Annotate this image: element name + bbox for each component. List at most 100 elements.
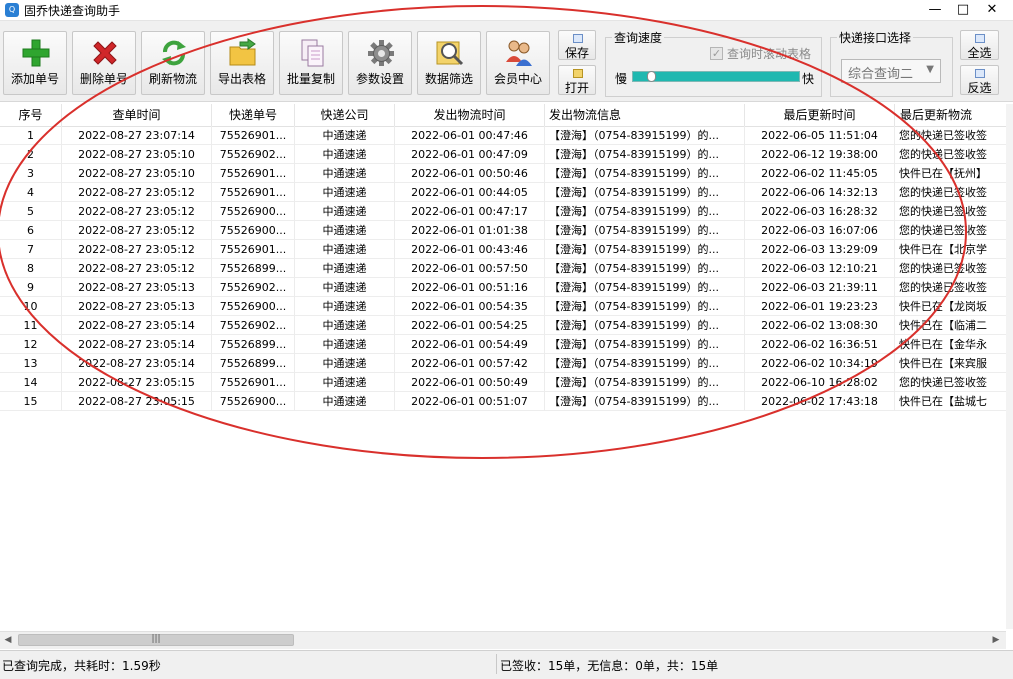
table-row[interactable]: 22022-08-27 23:05:1075526902...中通速递2022-… [0, 145, 1006, 164]
export-table-button[interactable]: 导出表格 [210, 31, 274, 95]
cell-last-update-time: 2022-06-03 13:29:09 [745, 240, 895, 259]
cell-last-update-info: 您的快递已签收签 [895, 221, 1006, 240]
cell-tracking-number: 75526899... [212, 259, 295, 278]
horizontal-scroll-thumb[interactable]: ||| [18, 634, 294, 646]
column-header-courier[interactable]: 快递公司 [295, 104, 395, 126]
cell-courier: 中通速递 [295, 145, 395, 164]
column-header-query-time[interactable]: 查单时间 [62, 104, 212, 126]
column-header-tracking-number[interactable]: 快递单号 [212, 104, 295, 126]
table-row[interactable]: 92022-08-27 23:05:1375526902...中通速递2022-… [0, 278, 1006, 297]
table-row[interactable]: 52022-08-27 23:05:1275526900...中通速递2022-… [0, 202, 1006, 221]
scroll-left-icon[interactable]: ◀ [0, 632, 16, 649]
cell-index: 3 [0, 164, 62, 183]
table-row[interactable]: 152022-08-27 23:05:1575526900...中通速递2022… [0, 392, 1006, 411]
cell-last-update-info: 您的快递已签收签 [895, 259, 1006, 278]
table-row[interactable]: 62022-08-27 23:05:1275526900...中通速递2022-… [0, 221, 1006, 240]
table-row[interactable]: 72022-08-27 23:05:1275526901...中通速递2022-… [0, 240, 1006, 259]
cell-last-update-info: 快件已在【北京学 [895, 240, 1006, 259]
batch-copy-button[interactable]: 批量复制 [279, 31, 343, 95]
toolbar: 添加单号 删除单号 刷新物流 导出表格 批量复制 [0, 21, 1013, 102]
cell-last-update-info: 快件已在【临浦二 [895, 316, 1006, 335]
add-number-label: 添加单号 [4, 70, 66, 87]
table-row[interactable]: 122022-08-27 23:05:1475526899...中通速递2022… [0, 335, 1006, 354]
table-row[interactable]: 132022-08-27 23:05:1475526899...中通速递2022… [0, 354, 1006, 373]
invert-selection-button[interactable]: 反选 [960, 65, 999, 95]
table-row[interactable]: 112022-08-27 23:05:1475526902...中通速递2022… [0, 316, 1006, 335]
cell-query-time: 2022-08-27 23:05:13 [62, 297, 212, 316]
api-select-dropdown[interactable]: 综合查询二 ▼ [841, 59, 941, 83]
column-header-dispatch-time[interactable]: 发出物流时间 [395, 104, 545, 126]
cell-courier: 中通速递 [295, 221, 395, 240]
cell-tracking-number: 75526902... [212, 278, 295, 297]
data-filter-label: 数据筛选 [418, 70, 480, 87]
param-settings-button[interactable]: 参数设置 [348, 31, 412, 95]
cell-dispatch-time: 2022-06-01 00:54:35 [395, 297, 545, 316]
status-bar: 已查询完成，共耗时：1.59秒 已签收：15单，无信息：0单，共：15单 [0, 650, 1013, 679]
cell-dispatch-info: 【澄海】（0754-83915199）的... [545, 297, 745, 316]
cell-index: 11 [0, 316, 62, 335]
cell-tracking-number: 75526899... [212, 335, 295, 354]
cell-dispatch-info: 【澄海】（0754-83915199）的... [545, 373, 745, 392]
export-table-label: 导出表格 [211, 70, 273, 87]
column-header-dispatch-info[interactable]: 发出物流信息 [545, 104, 745, 126]
table-row[interactable]: 102022-08-27 23:05:1375526900...中通速递2022… [0, 297, 1006, 316]
add-number-button[interactable]: 添加单号 [3, 31, 67, 95]
cell-dispatch-info: 【澄海】（0754-83915199）的... [545, 392, 745, 411]
cell-last-update-time: 2022-06-12 19:38:00 [745, 145, 895, 164]
api-select-value: 综合查询二 [848, 63, 913, 82]
cell-dispatch-time: 2022-06-01 00:57:42 [395, 354, 545, 373]
query-speed-title: 查询速度 [612, 29, 664, 46]
status-summary: 已签收：15单，无信息：0单，共：15单 [500, 657, 718, 674]
close-button[interactable]: ✕ [978, 0, 1006, 20]
column-header-last-update-time[interactable]: 最后更新时间 [745, 104, 895, 126]
cell-query-time: 2022-08-27 23:05:13 [62, 278, 212, 297]
scroll-right-icon[interactable]: ▶ [988, 632, 1004, 649]
cell-tracking-number: 75526902... [212, 145, 295, 164]
cell-tracking-number: 75526900... [212, 392, 295, 411]
cell-dispatch-time: 2022-06-01 00:54:49 [395, 335, 545, 354]
cell-query-time: 2022-08-27 23:07:14 [62, 126, 212, 145]
cell-dispatch-time: 2022-06-01 00:44:05 [395, 183, 545, 202]
cell-dispatch-time: 2022-06-01 00:51:16 [395, 278, 545, 297]
minimize-button[interactable]: — [921, 0, 949, 20]
refresh-logistics-button[interactable]: 刷新物流 [141, 31, 205, 95]
cell-dispatch-time: 2022-06-01 00:47:09 [395, 145, 545, 164]
cell-dispatch-time: 2022-06-01 00:47:46 [395, 126, 545, 145]
table-row[interactable]: 12022-08-27 23:07:1475526901...中通速递2022-… [0, 126, 1006, 145]
cell-query-time: 2022-08-27 23:05:14 [62, 354, 212, 373]
users-icon [504, 38, 534, 68]
scroll-table-checkbox[interactable]: ✓ [710, 47, 723, 60]
table-row[interactable]: 82022-08-27 23:05:1275526899...中通速递2022-… [0, 259, 1006, 278]
column-header-index[interactable]: 序号 [0, 104, 62, 126]
cell-last-update-info: 您的快递已签收签 [895, 202, 1006, 221]
gear-icon [366, 38, 396, 68]
open-button[interactable]: 打开 [558, 65, 596, 95]
magnifier-icon [435, 38, 465, 68]
cell-last-update-time: 2022-06-02 10:34:19 [745, 354, 895, 373]
chevron-down-icon: ▼ [926, 64, 934, 75]
horizontal-scrollbar[interactable]: ◀ ||| ▶ [0, 631, 1006, 649]
table-row[interactable]: 42022-08-27 23:05:1275526901...中通速递2022-… [0, 183, 1006, 202]
query-speed-slider[interactable] [632, 71, 800, 82]
cell-dispatch-time: 2022-06-01 00:50:49 [395, 373, 545, 392]
table-row[interactable]: 142022-08-27 23:05:1575526901...中通速递2022… [0, 373, 1006, 392]
cell-last-update-info: 快件已在【抚州】 [895, 164, 1006, 183]
save-button[interactable]: 保存 [558, 30, 596, 60]
cell-query-time: 2022-08-27 23:05:15 [62, 392, 212, 411]
select-all-button[interactable]: 全选 [960, 30, 999, 60]
cell-index: 1 [0, 126, 62, 145]
api-select-title: 快递接口选择 [837, 29, 913, 46]
cell-query-time: 2022-08-27 23:05:12 [62, 240, 212, 259]
maximize-button[interactable]: □ [949, 0, 977, 20]
data-filter-button[interactable]: 数据筛选 [417, 31, 481, 95]
member-center-button[interactable]: 会员中心 [486, 31, 550, 95]
cell-last-update-time: 2022-06-06 14:32:13 [745, 183, 895, 202]
tracking-table[interactable]: 序号 查单时间 快递单号 快递公司 发出物流时间 发出物流信息 最后更新时间 最… [0, 104, 1006, 629]
cell-index: 6 [0, 221, 62, 240]
query-speed-slider-thumb[interactable] [647, 71, 656, 82]
cell-last-update-time: 2022-06-10 16:28:02 [745, 373, 895, 392]
table-row[interactable]: 32022-08-27 23:05:1075526901...中通速递2022-… [0, 164, 1006, 183]
column-header-last-update-info[interactable]: 最后更新物流 [895, 104, 1006, 126]
delete-number-button[interactable]: 删除单号 [72, 31, 136, 95]
cell-dispatch-time: 2022-06-01 00:57:50 [395, 259, 545, 278]
